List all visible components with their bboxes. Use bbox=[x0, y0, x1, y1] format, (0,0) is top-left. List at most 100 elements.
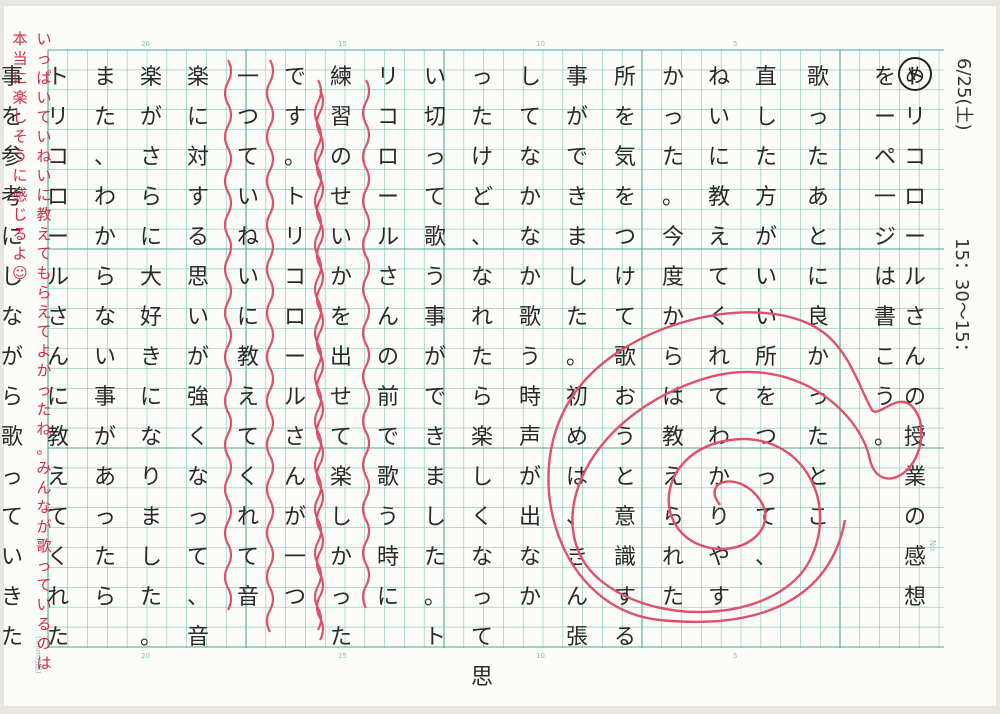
essay-char: な bbox=[94, 305, 116, 330]
essay-char: を bbox=[614, 185, 636, 210]
essay-char: っ bbox=[330, 585, 352, 610]
essay-char: し bbox=[140, 545, 162, 570]
essay-char: な bbox=[519, 225, 541, 250]
essay-char: す bbox=[284, 105, 306, 130]
essay-char: つ bbox=[237, 105, 259, 130]
essay-char: 好 bbox=[140, 305, 162, 330]
essay-char: ね bbox=[237, 225, 259, 250]
essay-char: に bbox=[140, 385, 162, 410]
essay-char: リ bbox=[904, 105, 926, 130]
essay-char: た bbox=[807, 425, 829, 450]
essay-char: 方 bbox=[755, 185, 777, 210]
essay-char: っ bbox=[662, 105, 684, 130]
essay-char: っ bbox=[471, 65, 493, 90]
essay-char: が bbox=[187, 345, 209, 370]
essay-column: 所を気をつけて歌おうと意識する bbox=[614, 65, 636, 650]
essay-char: 時 bbox=[519, 385, 541, 410]
manuscript-paper: 20 15 10 5 20 15 10 5 (5mm方眼) No. め 6/25… bbox=[0, 0, 1000, 714]
essay-char: は bbox=[566, 465, 588, 490]
comment-char: 感 bbox=[12, 186, 27, 204]
essay-char: き bbox=[566, 185, 588, 210]
essay-char: 時 bbox=[377, 545, 399, 570]
comment-char: も bbox=[36, 264, 51, 282]
comment-char: て bbox=[36, 323, 51, 341]
essay-char: し bbox=[755, 105, 777, 130]
essay-char: 、 bbox=[187, 585, 209, 610]
essay-char: て bbox=[519, 105, 541, 130]
comment-char: 教 bbox=[36, 206, 51, 224]
essay-char: な bbox=[519, 545, 541, 570]
essay-char: て bbox=[187, 545, 209, 570]
essay-char: さ bbox=[377, 265, 399, 290]
essay-char: は bbox=[662, 385, 684, 410]
essay-char: ら bbox=[140, 185, 162, 210]
essay-char: で bbox=[284, 65, 306, 90]
essay-char: リ bbox=[377, 65, 399, 90]
essay-char: し bbox=[424, 505, 446, 530]
comment-char: に bbox=[12, 69, 27, 87]
essay-char: 楽 bbox=[330, 465, 352, 490]
essay-char: て bbox=[708, 265, 730, 290]
comment-char: る bbox=[36, 615, 51, 633]
svg-text:10: 10 bbox=[536, 40, 545, 48]
essay-char: な bbox=[140, 425, 162, 450]
essay-char: 所 bbox=[755, 345, 777, 370]
essay-char: 良 bbox=[807, 305, 829, 330]
essay-char: を bbox=[755, 385, 777, 410]
essay-char: 事 bbox=[566, 65, 588, 90]
essay-char: て bbox=[471, 625, 493, 650]
comment-char: た bbox=[36, 401, 51, 419]
essay-char: 直 bbox=[755, 65, 777, 90]
comment-char: か bbox=[36, 362, 51, 380]
essay-char: っ bbox=[424, 145, 446, 170]
essay-char: さ bbox=[284, 425, 306, 450]
essay-char: あ bbox=[807, 185, 829, 210]
essay-char: て bbox=[708, 385, 730, 410]
essay-char: い bbox=[708, 105, 730, 130]
essay-char: と bbox=[807, 225, 829, 250]
essay-char: 前 bbox=[377, 385, 399, 410]
essay-char: を bbox=[614, 105, 636, 130]
essay-char: ロ bbox=[284, 305, 306, 330]
essay-char: 歌 bbox=[807, 65, 829, 90]
essay-char: 音 bbox=[187, 625, 209, 650]
comment-char: 。 bbox=[36, 440, 51, 458]
essay-char: ト bbox=[904, 65, 926, 90]
comment-char: る bbox=[12, 225, 27, 243]
essay-char: う bbox=[424, 265, 446, 290]
essay-char: た bbox=[807, 145, 829, 170]
essay-char: が bbox=[424, 345, 446, 370]
essay-char: か bbox=[330, 265, 352, 290]
essay-char: 楽 bbox=[140, 65, 162, 90]
essay-char: 今 bbox=[662, 225, 684, 250]
essay-char: 教 bbox=[708, 185, 730, 210]
essay-char: る bbox=[614, 625, 636, 650]
essay-char: い bbox=[94, 345, 116, 370]
essay-char: 大 bbox=[140, 265, 162, 290]
essay-char: か bbox=[330, 545, 352, 570]
essay-char: ー bbox=[377, 185, 399, 210]
essay-char: れ bbox=[708, 345, 730, 370]
essay-char: 感 bbox=[904, 545, 926, 570]
essay-char: け bbox=[471, 145, 493, 170]
essay-char: リ bbox=[284, 225, 306, 250]
essay-char: 書 bbox=[874, 305, 896, 330]
essay-char: に bbox=[140, 225, 162, 250]
essay-char: せ bbox=[330, 385, 352, 410]
essay-char: か bbox=[708, 465, 730, 490]
essay-char: が bbox=[140, 105, 162, 130]
essay-char: し bbox=[471, 465, 493, 490]
essay-char: か bbox=[519, 265, 541, 290]
comment-char: み bbox=[36, 459, 51, 477]
essay-char: た bbox=[566, 305, 588, 330]
essay-char: っ bbox=[94, 505, 116, 530]
essay-char: ん bbox=[284, 465, 306, 490]
essay-char: ま bbox=[140, 505, 162, 530]
essay-char: た bbox=[94, 105, 116, 130]
essay-char: 、 bbox=[471, 225, 493, 250]
essay-char: う bbox=[377, 505, 399, 530]
essay-char: ら bbox=[94, 265, 116, 290]
essay-char: 、 bbox=[566, 505, 588, 530]
comment-char: っ bbox=[36, 557, 51, 575]
comment-char: に bbox=[12, 167, 27, 185]
